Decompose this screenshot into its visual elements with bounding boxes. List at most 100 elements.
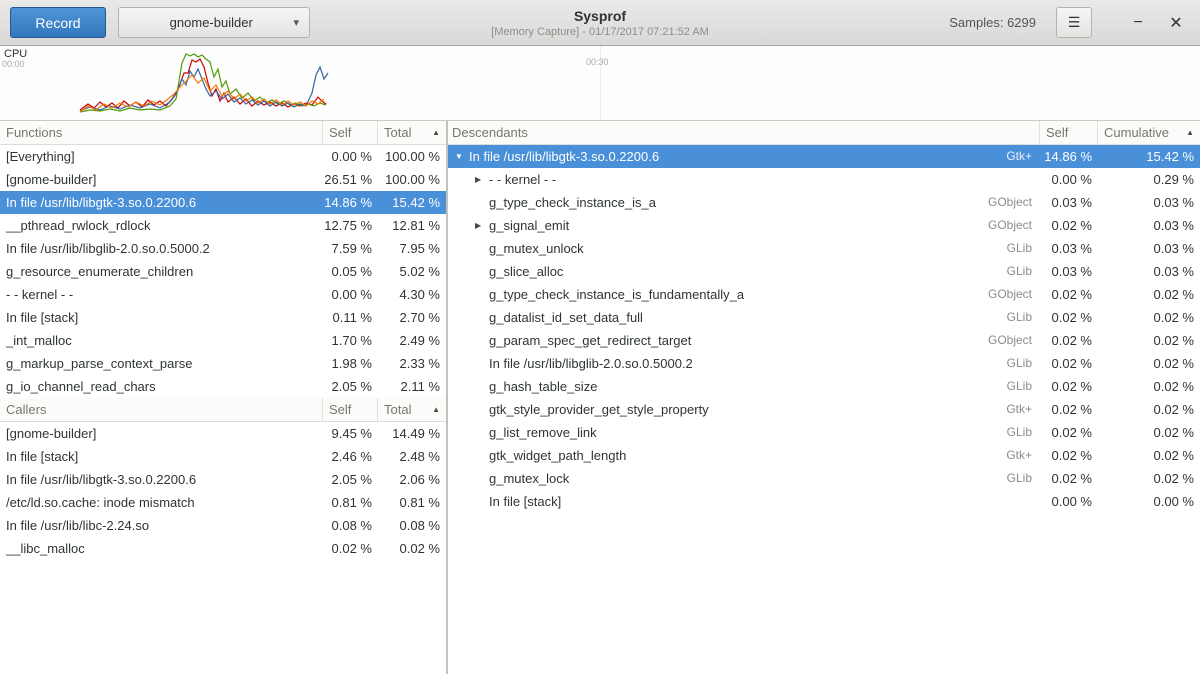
profile-panes: Functions Self Total ▲ [Everything] 0.00… — [0, 121, 1200, 674]
descendant-row[interactable]: In file /usr/lib/libglib-2.0.so.0.5000.2… — [448, 352, 1200, 375]
left-pane: Functions Self Total ▲ [Everything] 0.00… — [0, 121, 448, 674]
descendant-name: g_type_check_instance_is_a — [489, 191, 656, 214]
callers-total-column-header[interactable]: Total ▲ — [378, 398, 446, 421]
descendant-row[interactable]: g_type_check_instance_is_a GObject 0.03 … — [448, 191, 1200, 214]
descendant-self-value: 0.03 % — [1040, 260, 1098, 283]
caller-name: [gnome-builder] — [0, 422, 323, 445]
descendant-row[interactable]: g_mutex_lock GLib 0.02 % 0.02 % — [448, 467, 1200, 490]
caller-row[interactable]: __libc_malloc 0.02 % 0.02 % — [0, 537, 446, 560]
descendant-name: - - kernel - - — [489, 168, 556, 191]
descendant-name-cell: In file [stack] — [448, 490, 1040, 513]
caller-total-value: 0.02 % — [378, 537, 446, 560]
descendant-name-cell: g_mutex_unlock GLib — [448, 237, 1040, 260]
descendant-self-value: 0.02 % — [1040, 444, 1098, 467]
functions-self-column-header[interactable]: Self — [323, 121, 378, 144]
descendant-row[interactable]: ▶ g_signal_emit GObject 0.02 % 0.03 % — [448, 214, 1200, 237]
minimize-button[interactable]: − — [1124, 9, 1152, 37]
caller-self-value: 0.02 % — [323, 537, 378, 560]
descendant-row[interactable]: ▼ In file /usr/lib/libgtk-3.so.0.2200.6 … — [448, 145, 1200, 168]
function-row[interactable]: In file /usr/lib/libglib-2.0.so.0.5000.2… — [0, 237, 446, 260]
sort-arrow-icon: ▲ — [1186, 121, 1194, 144]
function-name: - - kernel - - — [0, 283, 323, 306]
descendant-name: g_mutex_lock — [489, 467, 569, 490]
function-row[interactable]: g_io_channel_read_chars 2.05 % 2.11 % — [0, 375, 446, 398]
caller-total-value: 0.81 % — [378, 491, 446, 514]
expander-icon[interactable]: ▶ — [472, 168, 489, 191]
descendant-row[interactable]: g_slice_alloc GLib 0.03 % 0.03 % — [448, 260, 1200, 283]
category-label: GObject — [988, 214, 1040, 237]
functions-header-label: Functions — [6, 121, 62, 144]
descendant-row[interactable]: g_param_spec_get_redirect_target GObject… — [448, 329, 1200, 352]
caller-row[interactable]: In file /usr/lib/libc-2.24.so 0.08 % 0.0… — [0, 514, 446, 537]
process-selector-dropdown[interactable]: gnome-builder ▾ — [118, 7, 310, 38]
function-row[interactable]: - - kernel - - 0.00 % 4.30 % — [0, 283, 446, 306]
descendants-column-header[interactable]: Descendants — [448, 121, 1040, 144]
descendant-row[interactable]: In file [stack] 0.00 % 0.00 % — [448, 490, 1200, 513]
function-self-value: 14.86 % — [323, 191, 378, 214]
functions-column-header[interactable]: Functions — [0, 121, 323, 144]
function-row[interactable]: __pthread_rwlock_rdlock 12.75 % 12.81 % — [0, 214, 446, 237]
descendant-name: g_mutex_unlock — [489, 237, 584, 260]
descendant-self-value: 0.02 % — [1040, 352, 1098, 375]
function-row[interactable]: In file [stack] 0.11 % 2.70 % — [0, 306, 446, 329]
descendant-self-value: 0.02 % — [1040, 283, 1098, 306]
function-name: In file /usr/lib/libglib-2.0.so.0.5000.2 — [0, 237, 323, 260]
callers-self-column-header[interactable]: Self — [323, 398, 378, 421]
function-row[interactable]: [Everything] 0.00 % 100.00 % — [0, 145, 446, 168]
descendants-cumulative-column-header[interactable]: Cumulative ▲ — [1098, 121, 1200, 144]
function-row[interactable]: g_resource_enumerate_children 0.05 % 5.0… — [0, 260, 446, 283]
expander-icon[interactable]: ▶ — [472, 214, 489, 237]
descendant-cumulative-value: 0.03 % — [1098, 191, 1200, 214]
descendants-self-column-header[interactable]: Self — [1040, 121, 1098, 144]
expander-icon[interactable]: ▼ — [452, 145, 469, 168]
caller-total-value: 0.08 % — [378, 514, 446, 537]
function-name: g_resource_enumerate_children — [0, 260, 323, 283]
category-label: GLib — [1007, 467, 1040, 490]
descendant-row[interactable]: g_hash_table_size GLib 0.02 % 0.02 % — [448, 375, 1200, 398]
total-header-label: Total — [384, 121, 411, 144]
samples-count: Samples: 6299 — [949, 15, 1036, 30]
caller-total-value: 14.49 % — [378, 422, 446, 445]
descendant-cumulative-value: 0.03 % — [1098, 214, 1200, 237]
function-self-value: 12.75 % — [323, 214, 378, 237]
caller-row[interactable]: [gnome-builder] 9.45 % 14.49 % — [0, 422, 446, 445]
cpu-timeline-graph[interactable]: CPU 00:00 00:30 — [0, 46, 1200, 121]
descendant-name-cell: ▶ g_signal_emit GObject — [448, 214, 1040, 237]
function-self-value: 2.05 % — [323, 375, 378, 398]
functions-total-column-header[interactable]: Total ▲ — [378, 121, 446, 144]
descendant-row[interactable]: gtk_style_provider_get_style_property Gt… — [448, 398, 1200, 421]
descendant-row[interactable]: gtk_widget_path_length Gtk+ 0.02 % 0.02 … — [448, 444, 1200, 467]
descendant-name: In file [stack] — [489, 490, 561, 513]
descendant-self-value: 0.02 % — [1040, 467, 1098, 490]
function-total-value: 2.70 % — [378, 306, 446, 329]
cumulative-header-label: Cumulative — [1104, 121, 1169, 144]
descendant-cumulative-value: 0.03 % — [1098, 237, 1200, 260]
caller-name: In file [stack] — [0, 445, 323, 468]
descendant-row[interactable]: g_datalist_id_set_data_full GLib 0.02 % … — [448, 306, 1200, 329]
descendant-row[interactable]: ▶ - - kernel - - 0.00 % 0.29 % — [448, 168, 1200, 191]
function-row[interactable]: _int_malloc 1.70 % 2.49 % — [0, 329, 446, 352]
descendant-row[interactable]: g_type_check_instance_is_fundamentally_a… — [448, 283, 1200, 306]
callers-column-header[interactable]: Callers — [0, 398, 323, 421]
header-bar: Record gnome-builder ▾ Sysprof [Memory C… — [0, 0, 1200, 46]
descendant-row[interactable]: g_mutex_unlock GLib 0.03 % 0.03 % — [448, 237, 1200, 260]
caller-row[interactable]: In file /usr/lib/libgtk-3.so.0.2200.6 2.… — [0, 468, 446, 491]
caller-self-value: 0.08 % — [323, 514, 378, 537]
caller-row[interactable]: In file [stack] 2.46 % 2.48 % — [0, 445, 446, 468]
close-button[interactable]: ✕ — [1162, 9, 1190, 37]
descendant-row[interactable]: g_list_remove_link GLib 0.02 % 0.02 % — [448, 421, 1200, 444]
function-name: In file [stack] — [0, 306, 323, 329]
descendants-table-header: Descendants Self Cumulative ▲ — [448, 121, 1200, 145]
caller-row[interactable]: /etc/ld.so.cache: inode mismatch 0.81 % … — [0, 491, 446, 514]
record-button[interactable]: Record — [10, 7, 106, 38]
descendant-self-value: 0.02 % — [1040, 306, 1098, 329]
function-name: In file /usr/lib/libgtk-3.so.0.2200.6 — [0, 191, 323, 214]
descendant-name-cell: gtk_widget_path_length Gtk+ — [448, 444, 1040, 467]
function-row[interactable]: g_markup_parse_context_parse 1.98 % 2.33… — [0, 352, 446, 375]
function-row[interactable]: In file /usr/lib/libgtk-3.so.0.2200.6 14… — [0, 191, 446, 214]
chevron-down-icon: ▾ — [293, 16, 299, 29]
category-label: GLib — [1007, 352, 1040, 375]
menu-button[interactable]: ☰ — [1056, 7, 1092, 38]
function-total-value: 100.00 % — [378, 145, 446, 168]
function-row[interactable]: [gnome-builder] 26.51 % 100.00 % — [0, 168, 446, 191]
